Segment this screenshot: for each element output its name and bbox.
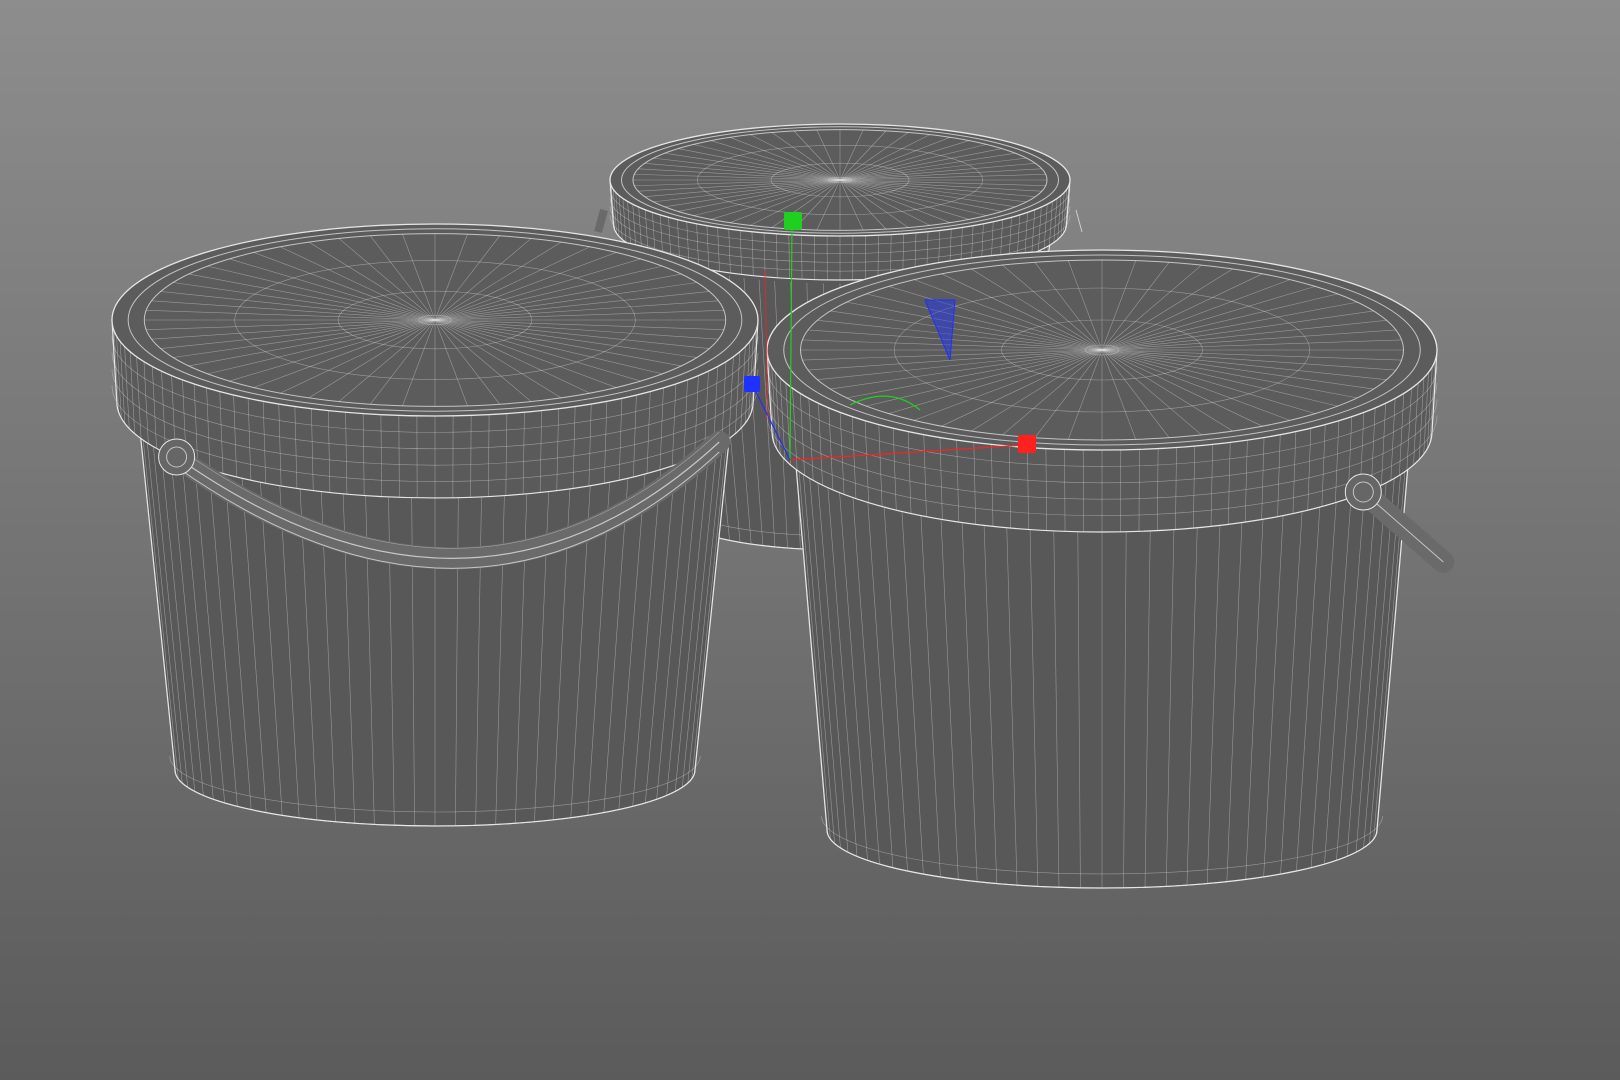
handle-pivot: [158, 438, 196, 476]
bucket-right[interactable]: [766, 249, 1455, 889]
bucket-lid: [766, 249, 1438, 451]
3d-viewport[interactable]: [0, 0, 1620, 1080]
bucket-lid: [609, 123, 1071, 237]
gizmo-handle-x[interactable]: [1018, 435, 1036, 453]
bucket-left[interactable]: [111, 223, 759, 827]
bucket-lid: [111, 223, 759, 417]
gizmo-handle-z[interactable]: [744, 376, 760, 392]
gizmo-handle-y[interactable]: [784, 212, 802, 230]
wireframe-scene[interactable]: [0, 0, 1620, 1080]
handle-pivot: [1344, 473, 1382, 511]
